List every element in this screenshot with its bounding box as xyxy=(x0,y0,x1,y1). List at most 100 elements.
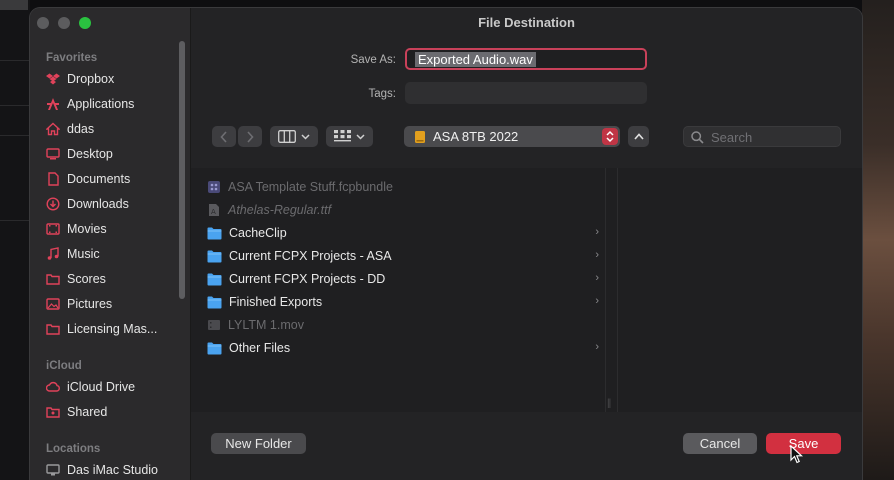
save-dialog: Favorites Dropbox Applications ddas Desk… xyxy=(30,8,862,480)
window-title: File Destination xyxy=(478,15,575,30)
column-divider[interactable] xyxy=(617,168,618,412)
main-panel: File Destination Save As: Exported Audio… xyxy=(191,8,862,480)
folder-icon xyxy=(207,227,222,239)
tags-field[interactable] xyxy=(405,82,647,104)
favorites-header: Favorites xyxy=(46,52,98,64)
computer-icon xyxy=(46,464,60,476)
bundle-icon xyxy=(208,181,220,193)
file-row-movie[interactable]: LYLTM 1.mov xyxy=(207,314,599,336)
column-resize-handle[interactable]: || xyxy=(607,398,611,409)
cloud-icon xyxy=(46,381,60,392)
sidebar-item-label: Applications xyxy=(67,97,135,111)
applications-icon xyxy=(47,98,59,110)
sidebar-item-icloud-drive[interactable]: iCloud Drive xyxy=(46,376,184,398)
sidebar-item-label: iCloud Drive xyxy=(67,380,136,394)
background-video xyxy=(862,0,894,480)
folder-icon xyxy=(207,250,222,262)
tags-label: Tags: xyxy=(368,88,397,100)
shared-folder-icon xyxy=(46,407,60,418)
sidebar: Favorites Dropbox Applications ddas Desk… xyxy=(30,8,191,480)
sidebar-item-label: Licensing Mas... xyxy=(67,322,158,336)
font-file-icon: A xyxy=(209,204,219,216)
location-name: ASA 8TB 2022 xyxy=(433,129,519,144)
file-name: Other Files xyxy=(229,341,291,355)
sidebar-item-label: Documents xyxy=(67,172,131,186)
folder-icon xyxy=(207,273,222,285)
chevron-right-icon: › xyxy=(595,249,599,261)
updown-chevron-icon xyxy=(606,130,614,143)
sidebar-item-label: Pictures xyxy=(67,297,113,311)
background-app-strip xyxy=(0,0,30,480)
sidebar-item-dropbox[interactable]: Dropbox xyxy=(46,68,184,90)
sidebar-item-movies[interactable]: Movies xyxy=(46,218,184,240)
sidebar-item-label: Das iMac Studio xyxy=(67,463,159,477)
icloud-header: iCloud xyxy=(46,360,82,372)
sidebar-scrollbar[interactable] xyxy=(179,41,185,299)
cancel-button[interactable]: Cancel xyxy=(683,433,757,454)
save-as-field[interactable]: Exported Audio.wav xyxy=(405,48,647,70)
folder-icon xyxy=(46,324,60,335)
location-stepper[interactable] xyxy=(602,128,618,145)
expand-collapse-button[interactable] xyxy=(628,126,649,147)
chevron-right-icon xyxy=(247,130,254,143)
folder-icon xyxy=(46,274,60,285)
background-tab xyxy=(0,0,28,10)
sidebar-item-pictures[interactable]: Pictures xyxy=(46,293,184,315)
search-field[interactable]: Search xyxy=(683,126,841,147)
sidebar-item-desktop[interactable]: Desktop xyxy=(46,143,184,165)
mouse-cursor-icon xyxy=(790,445,804,464)
save-as-value: Exported Audio.wav xyxy=(415,52,536,67)
folder-row-finished-exports[interactable]: Finished Exports › xyxy=(207,291,599,313)
file-name: Current FCPX Projects - DD xyxy=(229,272,386,286)
external-drive-icon xyxy=(415,131,425,143)
column-divider xyxy=(605,168,606,412)
dropbox-icon xyxy=(46,73,60,85)
folder-row-fcpx-asa[interactable]: Current FCPX Projects - ASA › xyxy=(207,245,599,267)
file-row-font[interactable]: A Athelas-Regular.ttf xyxy=(207,199,599,221)
file-row-template-bundle[interactable]: ASA Template Stuff.fcpbundle xyxy=(207,176,599,198)
folder-row-other-files[interactable]: Other Files › xyxy=(207,337,599,359)
file-name: Current FCPX Projects - ASA xyxy=(229,249,392,263)
view-mode-button[interactable] xyxy=(270,126,318,147)
sidebar-item-documents[interactable]: Documents xyxy=(46,168,184,190)
sidebar-item-label: ddas xyxy=(67,122,95,136)
sidebar-item-downloads[interactable]: Downloads xyxy=(46,193,184,215)
music-icon xyxy=(47,247,59,260)
sidebar-item-label: Dropbox xyxy=(67,72,115,86)
chevron-right-icon: › xyxy=(595,272,599,284)
sidebar-item-shared[interactable]: Shared xyxy=(46,401,184,423)
documents-icon xyxy=(48,172,59,186)
close-window-button[interactable] xyxy=(37,17,49,29)
sidebar-item-imac[interactable]: Das iMac Studio xyxy=(46,459,184,480)
chevron-right-icon: › xyxy=(595,295,599,307)
new-folder-button[interactable]: New Folder xyxy=(211,433,306,454)
minimize-window-button[interactable] xyxy=(58,17,70,29)
chevron-right-icon: › xyxy=(595,341,599,353)
sidebar-item-scores[interactable]: Scores xyxy=(46,268,184,290)
folder-row-fcpx-dd[interactable]: Current FCPX Projects - DD › xyxy=(207,268,599,290)
folder-icon xyxy=(207,296,222,308)
chevron-right-icon: › xyxy=(595,226,599,238)
sidebar-item-label: Downloads xyxy=(67,197,129,211)
sidebar-item-label: Music xyxy=(67,247,100,261)
zoom-window-button[interactable] xyxy=(79,17,91,29)
file-name: ASA Template Stuff.fcpbundle xyxy=(228,180,393,194)
chevron-down-icon xyxy=(356,133,365,140)
forward-button[interactable] xyxy=(238,126,262,147)
movies-icon xyxy=(46,223,60,235)
chevron-down-icon xyxy=(301,133,310,140)
sidebar-item-label: Shared xyxy=(67,405,108,419)
sidebar-item-label: Desktop xyxy=(67,147,113,161)
columns-view-icon xyxy=(278,130,296,143)
group-by-button[interactable] xyxy=(326,126,373,147)
folder-row-cacheclip[interactable]: CacheClip › xyxy=(207,222,599,244)
back-button[interactable] xyxy=(212,126,236,147)
file-name: LYLTM 1.mov xyxy=(228,318,304,332)
sidebar-item-applications[interactable]: Applications xyxy=(46,93,184,115)
sidebar-item-licensing[interactable]: Licensing Mas... xyxy=(46,318,184,340)
sidebar-item-music[interactable]: Music xyxy=(46,243,184,265)
location-popup[interactable]: ASA 8TB 2022 xyxy=(404,126,620,147)
file-name: CacheClip xyxy=(229,226,287,240)
sidebar-item-ddas[interactable]: ddas xyxy=(46,118,184,140)
file-name: Athelas-Regular.ttf xyxy=(228,203,332,217)
